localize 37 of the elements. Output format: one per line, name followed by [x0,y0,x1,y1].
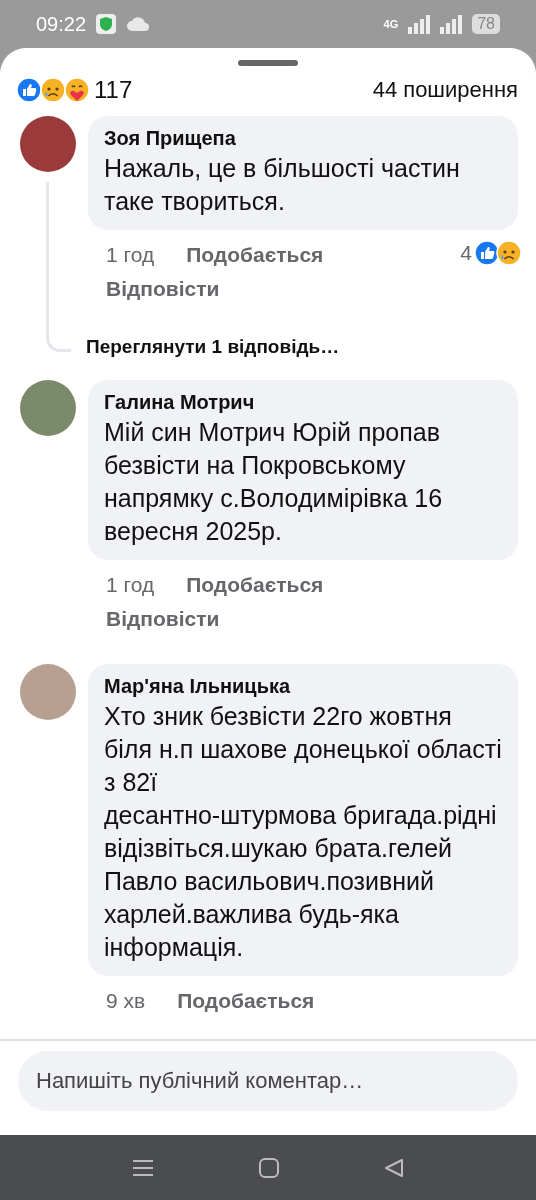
like-reaction-icon [16,77,42,103]
comment-author[interactable]: Зоя Прищепа [104,124,502,152]
comment-time: 9 хв [106,988,146,1014]
home-icon[interactable] [259,1157,279,1178]
cloud-icon [126,17,151,31]
network-type: 4G [383,18,399,30]
battery-level: 78 [472,14,500,34]
reply-button[interactable]: Відповісти [106,602,220,636]
signal-icon [408,14,431,34]
like-button[interactable]: Подобається [186,238,324,272]
share-count[interactable]: 44 поширення [372,77,518,103]
sad-reaction-icon [496,240,522,266]
reaction-count[interactable]: 117 [94,76,133,104]
comment-author[interactable]: Мар'яна Ільницька [104,672,502,700]
comment-input[interactable]: Напишіть публічний коментар… [18,1051,518,1111]
comment-text: Хто зник безвісти 22го жовтня біля н.п шахове донецької області з 82ї десантно-штурмова бригада.рідні відізвіться.шукаю брата.гелей Павло васильович.позивний харлей.важлива будь-яка інформація. [104,701,502,963]
signal-icon [440,14,463,34]
comment-text: Нажаль, це в більшості частин таке твориться. [104,153,461,217]
like-button[interactable]: Подобається [177,984,315,1018]
like-button[interactable]: Подобається [186,568,324,602]
drag-handle[interactable] [238,60,298,66]
status-time: 09:22 [36,12,87,36]
comment-time: 1 год [106,242,155,268]
comment-text: Мій син Мотрич Юрій пропав безвісти на Покровському напрямку с.Володимірівка 16 вересня 2025р. [104,417,444,547]
sad-reaction-icon [40,77,66,103]
shield-icon [96,14,117,34]
avatar-photo[interactable] [20,116,76,172]
comment-time: 1 год [106,572,155,598]
comment-author[interactable]: Галина Мотрич [104,388,502,416]
comment-reaction-count: 4 [460,240,472,266]
like-reaction-icon [474,240,500,266]
reply-button[interactable]: Відповісти [106,272,220,306]
avatar-photo[interactable] [20,380,76,436]
care-reaction-icon [64,77,90,103]
view-replies-link[interactable]: Переглянути 1 відповідь… [86,336,516,358]
back-icon[interactable] [383,1157,404,1178]
menu-icon[interactable] [132,1158,155,1177]
